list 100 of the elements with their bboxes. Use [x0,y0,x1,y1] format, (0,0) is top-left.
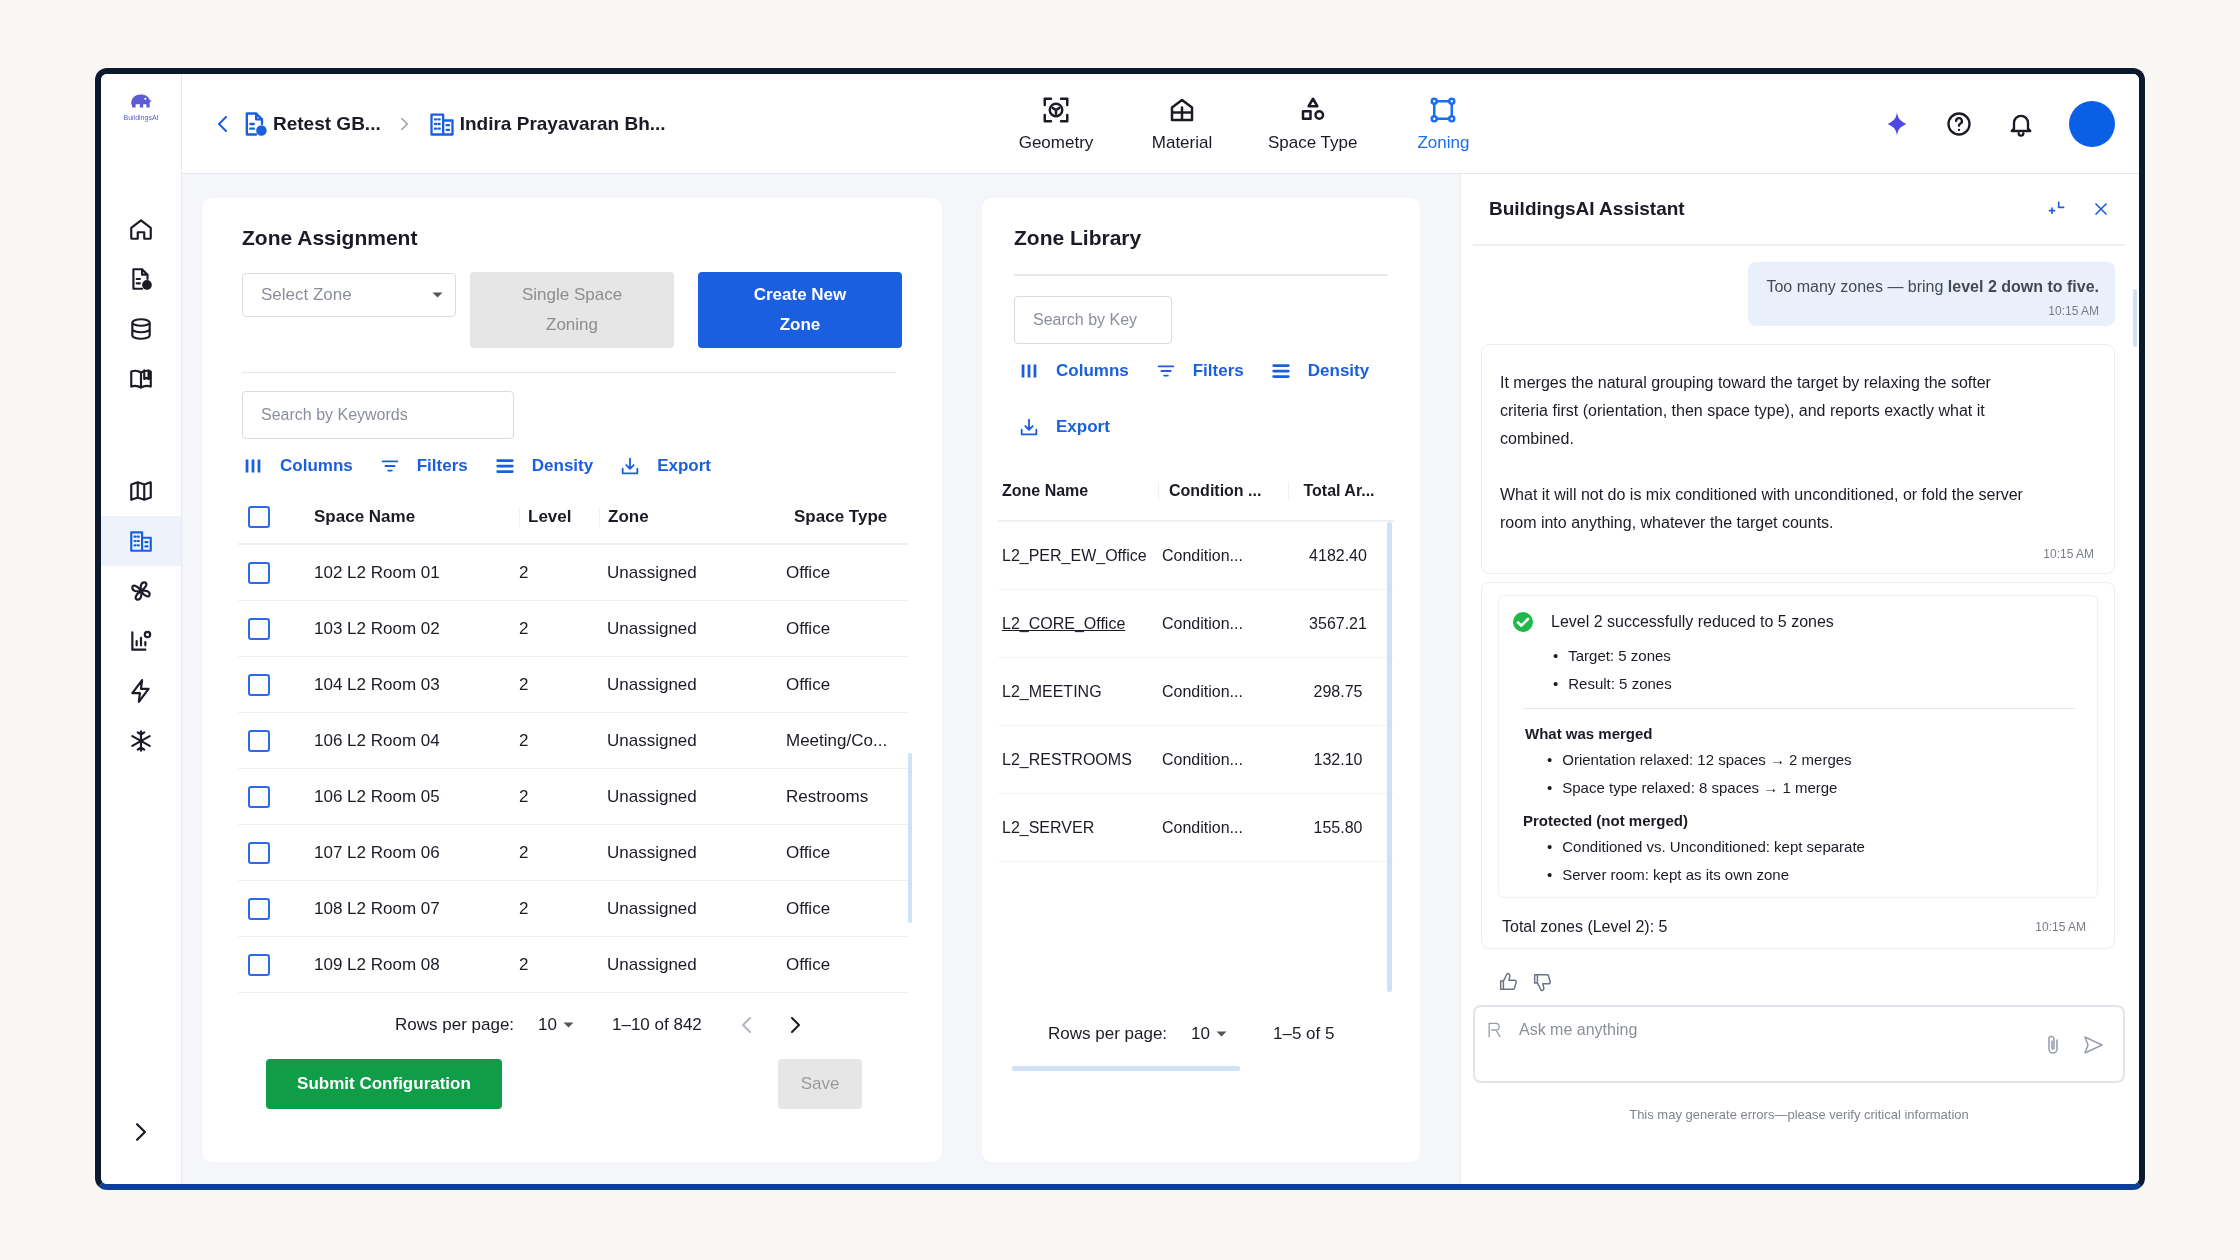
table-cell: 102 L2 Room 01 [314,562,440,582]
table-cell: 106 L2 Room 05 [314,786,440,806]
back-icon[interactable] [218,115,227,132]
next-page-button[interactable] [790,1017,800,1033]
snowflake-icon [128,728,154,754]
table-cell: Unassigned [607,618,697,638]
table-cell: Office [786,842,831,862]
column-header[interactable]: Space Name [314,507,416,526]
tab[interactable]: Material [1142,94,1222,153]
scrollbar[interactable] [1012,1066,1240,1071]
rows-per-page-label: Rows per page: [395,1015,515,1035]
tab[interactable]: Space Type [1268,94,1358,153]
table-cell: 132.10 [1313,750,1363,768]
checkbox[interactable] [248,729,270,752]
panel-title: Zone Assignment [242,226,419,250]
table-cell: L2_SERVER [1002,818,1095,836]
export-button[interactable]: Export [619,451,712,481]
filters-button[interactable]: Filters [1154,356,1244,386]
thumbs-up-icon[interactable] [1497,971,1519,993]
chat-input[interactable]: Ask me anything [1473,1005,2125,1083]
column-header[interactable]: Zone [608,507,649,526]
section-title: Protected (not merged) [1522,812,1689,829]
density-button[interactable]: Density [493,451,594,481]
checkbox[interactable] [248,953,270,976]
bullet: • [1553,674,1559,694]
table-cell: L2_PER_EW_Office [1002,546,1147,564]
avatar[interactable] [2069,100,2115,147]
submit-button[interactable]: Submit Configuration [266,1059,502,1109]
table-cell: Condition... [1162,750,1243,768]
chevron-right-icon [790,1017,800,1033]
section-title: What was merged [1524,725,1654,742]
table-cell: Office [786,674,831,694]
columns-button[interactable]: Columns [242,451,353,481]
rows-per-page-select[interactable]: 10 [538,1015,574,1035]
table-cell: Unassigned [607,898,697,918]
send-icon[interactable] [2081,1033,2105,1057]
scrollbar[interactable] [908,753,912,923]
download-icon [1018,416,1040,438]
checkbox[interactable] [248,841,270,864]
column-header[interactable]: Condition ... [1169,482,1262,499]
table-cell: Unassigned [607,954,697,974]
table-cell: Office [786,618,831,638]
table-cell: 4182.40 [1309,546,1367,564]
breadcrumb-link[interactable]: Indira Prayavaran Bh... [427,109,666,138]
result-heading: Level 2 successfully reduced to 5 zones [1551,613,1834,631]
building-icon [128,528,154,554]
table-cell: 2 [519,954,529,974]
scrollbar[interactable] [2133,289,2137,347]
help-icon[interactable] [1945,109,1973,138]
checkbox[interactable] [248,673,270,696]
table-cell: 155.80 [1313,818,1363,836]
assistant-title: BuildingsAI Assistant [1489,198,1686,220]
expand-button[interactable] [136,1123,146,1144]
table-cell: Unassigned [607,786,697,806]
checkbox[interactable] [248,785,270,808]
table-cell: 3567.21 [1309,614,1367,632]
table-cell: L2_CORE_Office [1002,614,1126,632]
bullet: • [1547,865,1553,885]
scrollbar[interactable] [1387,522,1392,992]
message-text: Too many zones — bring level 2 down to five. [1766,278,2099,296]
search-field[interactable]: Search by Key [1014,296,1172,344]
caret-icon [432,292,443,298]
breadcrumb-link[interactable]: Retest GB... [241,109,381,138]
table-cell: Unassigned [607,674,697,694]
column-header[interactable]: Space Type [794,507,888,526]
checkbox[interactable] [248,617,270,640]
columns-button[interactable]: Columns [1018,356,1129,386]
export-button[interactable]: Export [1018,412,1110,442]
table-cell: 2 [519,786,529,806]
checkbox[interactable] [248,561,270,584]
table-cell: 106 L2 Room 04 [314,730,440,750]
table-cell: Office [786,898,831,918]
column-header[interactable]: Total Ar... [1303,482,1375,499]
table-cell: Condition... [1162,614,1243,632]
rows-per-page-label: Rows per page: [1048,1024,1168,1044]
table-cell: 109 L2 Room 08 [314,954,440,974]
create-zone-button[interactable]: Create New Zone [698,272,902,348]
tab[interactable]: Geometry [1016,94,1096,153]
column-header[interactable]: Level [528,507,572,526]
rows-per-page-select[interactable]: 10 [1191,1024,1227,1044]
chart-icon [128,628,154,654]
search-field[interactable]: Search by Keywords [242,391,514,439]
checkbox[interactable] [248,506,270,528]
table-cell: L2_RESTROOMS [1002,750,1132,768]
timestamp: 10:15 AM [2043,547,2094,561]
table-cell: 2 [519,730,529,750]
table-cell: 2 [519,842,529,862]
table-cell: 103 L2 Room 02 [314,618,440,638]
filters-button[interactable]: Filters [378,451,468,481]
book-icon [128,366,154,392]
chevron-right-icon [400,116,408,131]
density-button[interactable]: Density [1269,356,1370,386]
database-icon [128,316,154,342]
thumbs-down-icon[interactable] [1531,971,1553,993]
table-cell: 108 L2 Room 07 [314,898,440,918]
checkbox[interactable] [248,897,270,920]
home-icon [128,216,154,242]
column-header[interactable]: Zone Name [1002,482,1089,499]
tab[interactable]: Zoning [1403,94,1484,153]
table-cell: 298.75 [1313,682,1363,700]
